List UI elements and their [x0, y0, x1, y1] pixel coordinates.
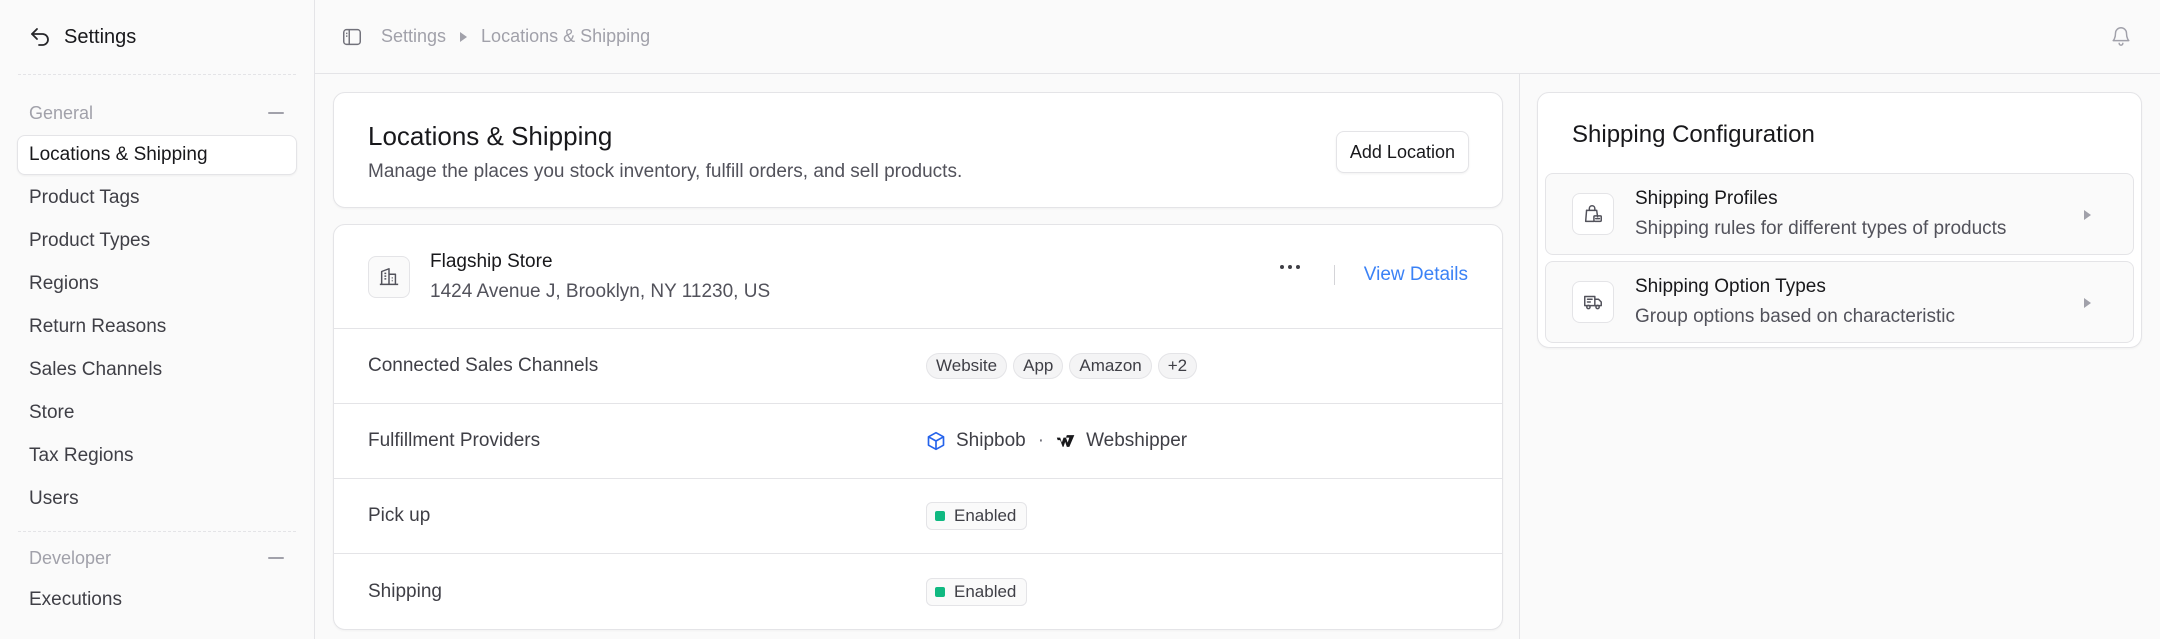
location-info: Flagship Store 1424 Avenue J, Brooklyn, … — [430, 251, 770, 303]
config-item-desc: Group options based on characteristic — [1635, 306, 1956, 327]
view-details-link[interactable]: View Details — [1364, 264, 1468, 286]
status-container: Enabled — [926, 502, 1028, 530]
sales-channels-row: Connected Sales Channels Website App Ama… — [334, 329, 1502, 404]
sidebar-divider — [18, 531, 296, 532]
status-dot-icon — [935, 586, 945, 597]
more-options-icon[interactable] — [1280, 265, 1300, 269]
chip-app[interactable]: App — [1013, 353, 1064, 379]
config-item-text: Shipping Profiles Shipping rules for dif… — [1635, 188, 2006, 240]
provider-list: Shipbob · Webshipper — [926, 430, 1187, 452]
row-label: Fulfillment Providers — [368, 430, 541, 451]
status-dot-icon — [935, 511, 945, 521]
provider-shipbob: Shipbob — [956, 430, 1026, 451]
shipbob-logo-icon — [927, 431, 945, 451]
sidebar-item-locations-shipping[interactable]: Locations & Shipping — [17, 135, 297, 175]
provider-webshipper: Webshipper — [1086, 430, 1188, 451]
collapse-minus-icon[interactable] — [268, 112, 284, 114]
sidebar-item-tax-regions[interactable]: Tax Regions — [17, 436, 297, 476]
page-subtitle: Manage the places you stock inventory, f… — [368, 161, 963, 182]
breadcrumb-current: Locations & Shipping — [481, 26, 651, 46]
sidebar-item-users[interactable]: Users — [17, 479, 297, 519]
chip-more[interactable]: +2 — [1157, 353, 1198, 379]
page-header-card: Locations & Shipping Manage the places y… — [333, 92, 1503, 208]
divider — [1334, 265, 1335, 285]
config-title: Shipping Configuration — [1572, 121, 1815, 148]
sidebar-group-label: Developer — [29, 547, 112, 568]
sidebar-toggle-icon[interactable] — [341, 26, 363, 48]
location-name: Flagship Store — [430, 250, 553, 272]
row-label: Connected Sales Channels — [368, 355, 599, 376]
config-item-name: Shipping Option Types — [1635, 276, 1826, 297]
shipping-row: Shipping Enabled — [334, 554, 1502, 629]
sidebar-item-product-types[interactable]: Product Types — [17, 221, 297, 261]
sidebar-item-executions[interactable]: Executions — [17, 580, 297, 620]
status-text: Enabled — [954, 506, 1017, 525]
chevron-right-icon — [2084, 210, 2091, 220]
sidebar-group-general[interactable]: General — [0, 91, 314, 135]
topbar: Settings Locations & Shipping — [315, 0, 2160, 74]
chip-website[interactable]: Website — [926, 353, 1008, 379]
provider-separator: · — [1037, 430, 1045, 451]
sidebar-item-return-reasons[interactable]: Return Reasons — [17, 307, 297, 347]
status-badge: Enabled — [926, 502, 1028, 530]
sidebar-item-sales-channels[interactable]: Sales Channels — [17, 350, 297, 390]
back-arrow-icon[interactable] — [28, 25, 52, 49]
location-address: 1424 Avenue J, Brooklyn, NY 11230, US — [430, 280, 771, 302]
row-label: Pick up — [368, 505, 431, 526]
status-text: Enabled — [954, 581, 1017, 601]
sidebar-header[interactable]: Settings — [0, 0, 314, 74]
chevron-right-icon — [2084, 298, 2091, 308]
status-container: Enabled — [926, 577, 1028, 606]
location-card: Flagship Store 1424 Avenue J, Brooklyn, … — [333, 224, 1503, 630]
sidebar-title: Settings — [64, 25, 137, 48]
row-label: Shipping — [368, 580, 442, 602]
truck-icon — [1572, 281, 1614, 323]
shipping-configuration-card: Shipping Configuration Shipping Profiles… — [1537, 92, 2142, 348]
building-icon — [368, 255, 410, 298]
add-location-button[interactable]: Add Location — [1335, 131, 1469, 173]
shipping-profiles-item[interactable]: Shipping Profiles Shipping rules for dif… — [1545, 173, 2134, 255]
sidebar-item-store[interactable]: Store — [17, 393, 297, 433]
column-divider — [1519, 74, 1520, 639]
sales-channel-chips: Website App Amazon +2 — [926, 353, 1203, 379]
bell-icon[interactable] — [2110, 25, 2132, 47]
config-item-name: Shipping Profiles — [1635, 188, 1778, 209]
sidebar-divider — [18, 74, 296, 75]
location-header: Flagship Store 1424 Avenue J, Brooklyn, … — [334, 225, 1502, 329]
sidebar: Settings General Locations & Shipping Pr… — [0, 0, 315, 639]
sidebar-group-developer[interactable]: Developer — [0, 536, 314, 580]
collapse-minus-icon[interactable] — [268, 557, 284, 559]
fulfillment-providers-row: Fulfillment Providers Shipbob · Webshipp… — [334, 404, 1502, 479]
sidebar-item-product-tags[interactable]: Product Tags — [17, 178, 297, 218]
pickup-row: Pick up Enabled — [334, 479, 1502, 554]
shopping-bag-tag-icon — [1572, 193, 1614, 235]
config-item-desc: Shipping rules for different types of pr… — [1635, 218, 2007, 239]
shipping-option-types-item[interactable]: Shipping Option Types Group options base… — [1545, 261, 2134, 343]
webshipper-logo-icon — [1056, 435, 1075, 447]
breadcrumb-root[interactable]: Settings — [381, 26, 446, 47]
sidebar-item-regions[interactable]: Regions — [17, 264, 297, 304]
chip-amazon[interactable]: Amazon — [1069, 353, 1152, 379]
main-content: Locations & Shipping Manage the places y… — [333, 92, 1503, 630]
status-badge: Enabled — [926, 577, 1028, 606]
sidebar-group-label: General — [29, 102, 94, 123]
breadcrumb-separator-icon — [460, 31, 468, 42]
sidebar-list-general: Locations & Shipping Product Tags Produc… — [0, 135, 314, 519]
config-item-text: Shipping Option Types Group options base… — [1635, 276, 1955, 328]
page-title: Locations & Shipping — [368, 121, 613, 151]
sidebar-list-developer: Executions — [0, 580, 314, 620]
breadcrumb: Settings Locations & Shipping — [381, 26, 650, 47]
